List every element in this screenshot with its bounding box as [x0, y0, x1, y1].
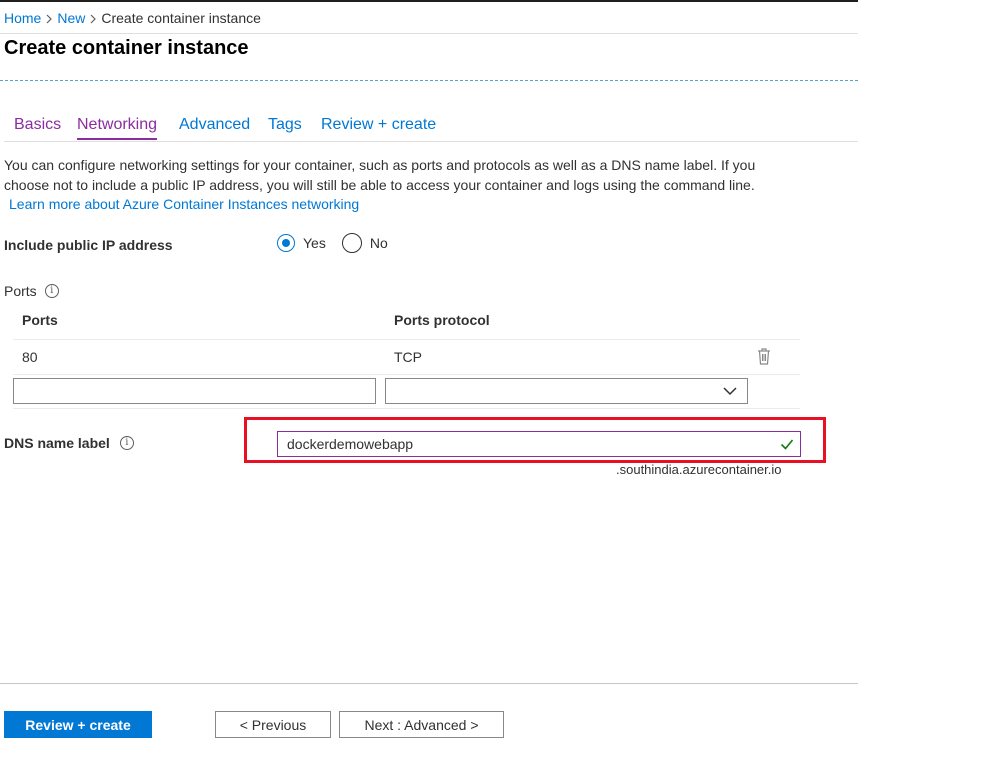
- tab-bar: Basics Networking Advanced Tags Review +…: [4, 110, 858, 142]
- info-icon[interactable]: i: [120, 436, 134, 450]
- dns-name-input[interactable]: [277, 431, 801, 457]
- dns-suffix: .southindia.azurecontainer.io: [616, 462, 782, 477]
- review-create-button[interactable]: Review + create: [4, 711, 152, 738]
- learn-more-link[interactable]: Learn more about Azure Container Instanc…: [9, 195, 359, 215]
- description-text: You can configure networking settings fo…: [4, 157, 755, 193]
- radio-no-circle[interactable]: [342, 233, 362, 253]
- tab-advanced[interactable]: Advanced: [179, 116, 250, 134]
- table-header-divider: [13, 339, 800, 340]
- chevron-down-icon: [723, 387, 737, 396]
- chevron-right-icon: [85, 10, 101, 26]
- new-port-input[interactable]: [13, 378, 376, 404]
- top-border: [0, 0, 858, 2]
- trash-icon[interactable]: [756, 347, 772, 365]
- ports-label-text: Ports: [4, 283, 37, 299]
- breadcrumb-home[interactable]: Home: [4, 10, 41, 26]
- dns-label: DNS name label i: [4, 435, 134, 451]
- checkmark-icon: [780, 437, 794, 451]
- previous-button[interactable]: < Previous: [215, 711, 331, 738]
- ports-column-header: Ports: [22, 312, 58, 328]
- breadcrumb-current: Create container instance: [101, 10, 261, 26]
- radio-no[interactable]: No: [342, 233, 388, 253]
- breadcrumb-new[interactable]: New: [57, 10, 85, 26]
- radio-no-label: No: [370, 235, 388, 251]
- header-divider: [0, 80, 858, 81]
- tab-basics[interactable]: Basics: [14, 116, 61, 134]
- chevron-right-icon: [41, 10, 57, 26]
- dns-label-text: DNS name label: [4, 435, 110, 451]
- breadcrumb: Home New Create container instance: [4, 10, 261, 26]
- tab-tags[interactable]: Tags: [268, 116, 302, 134]
- protocol-column-header: Ports protocol: [394, 312, 490, 328]
- tab-review-create[interactable]: Review + create: [321, 116, 436, 134]
- table-row-divider: [13, 374, 800, 375]
- page-title: Create container instance: [4, 37, 249, 60]
- radio-yes-label: Yes: [303, 235, 326, 251]
- public-ip-radio-group: Yes No: [277, 233, 400, 253]
- radio-yes[interactable]: Yes: [277, 234, 326, 252]
- breadcrumb-divider: [0, 33, 858, 34]
- ports-section-label: Ports i: [4, 283, 59, 299]
- networking-description: You can configure networking settings fo…: [4, 156, 794, 215]
- next-advanced-button[interactable]: Next : Advanced >: [339, 711, 504, 738]
- radio-yes-circle[interactable]: [277, 234, 295, 252]
- new-protocol-select[interactable]: [385, 378, 748, 404]
- port-cell: 80: [22, 349, 38, 365]
- footer-divider: [0, 683, 858, 684]
- public-ip-label: Include public IP address: [4, 237, 173, 253]
- protocol-cell: TCP: [394, 349, 422, 365]
- table-bottom-divider: [13, 408, 800, 409]
- tab-networking[interactable]: Networking: [77, 116, 157, 140]
- blade-panel: Home New Create container instance Creat…: [0, 0, 858, 768]
- info-icon[interactable]: i: [45, 284, 59, 298]
